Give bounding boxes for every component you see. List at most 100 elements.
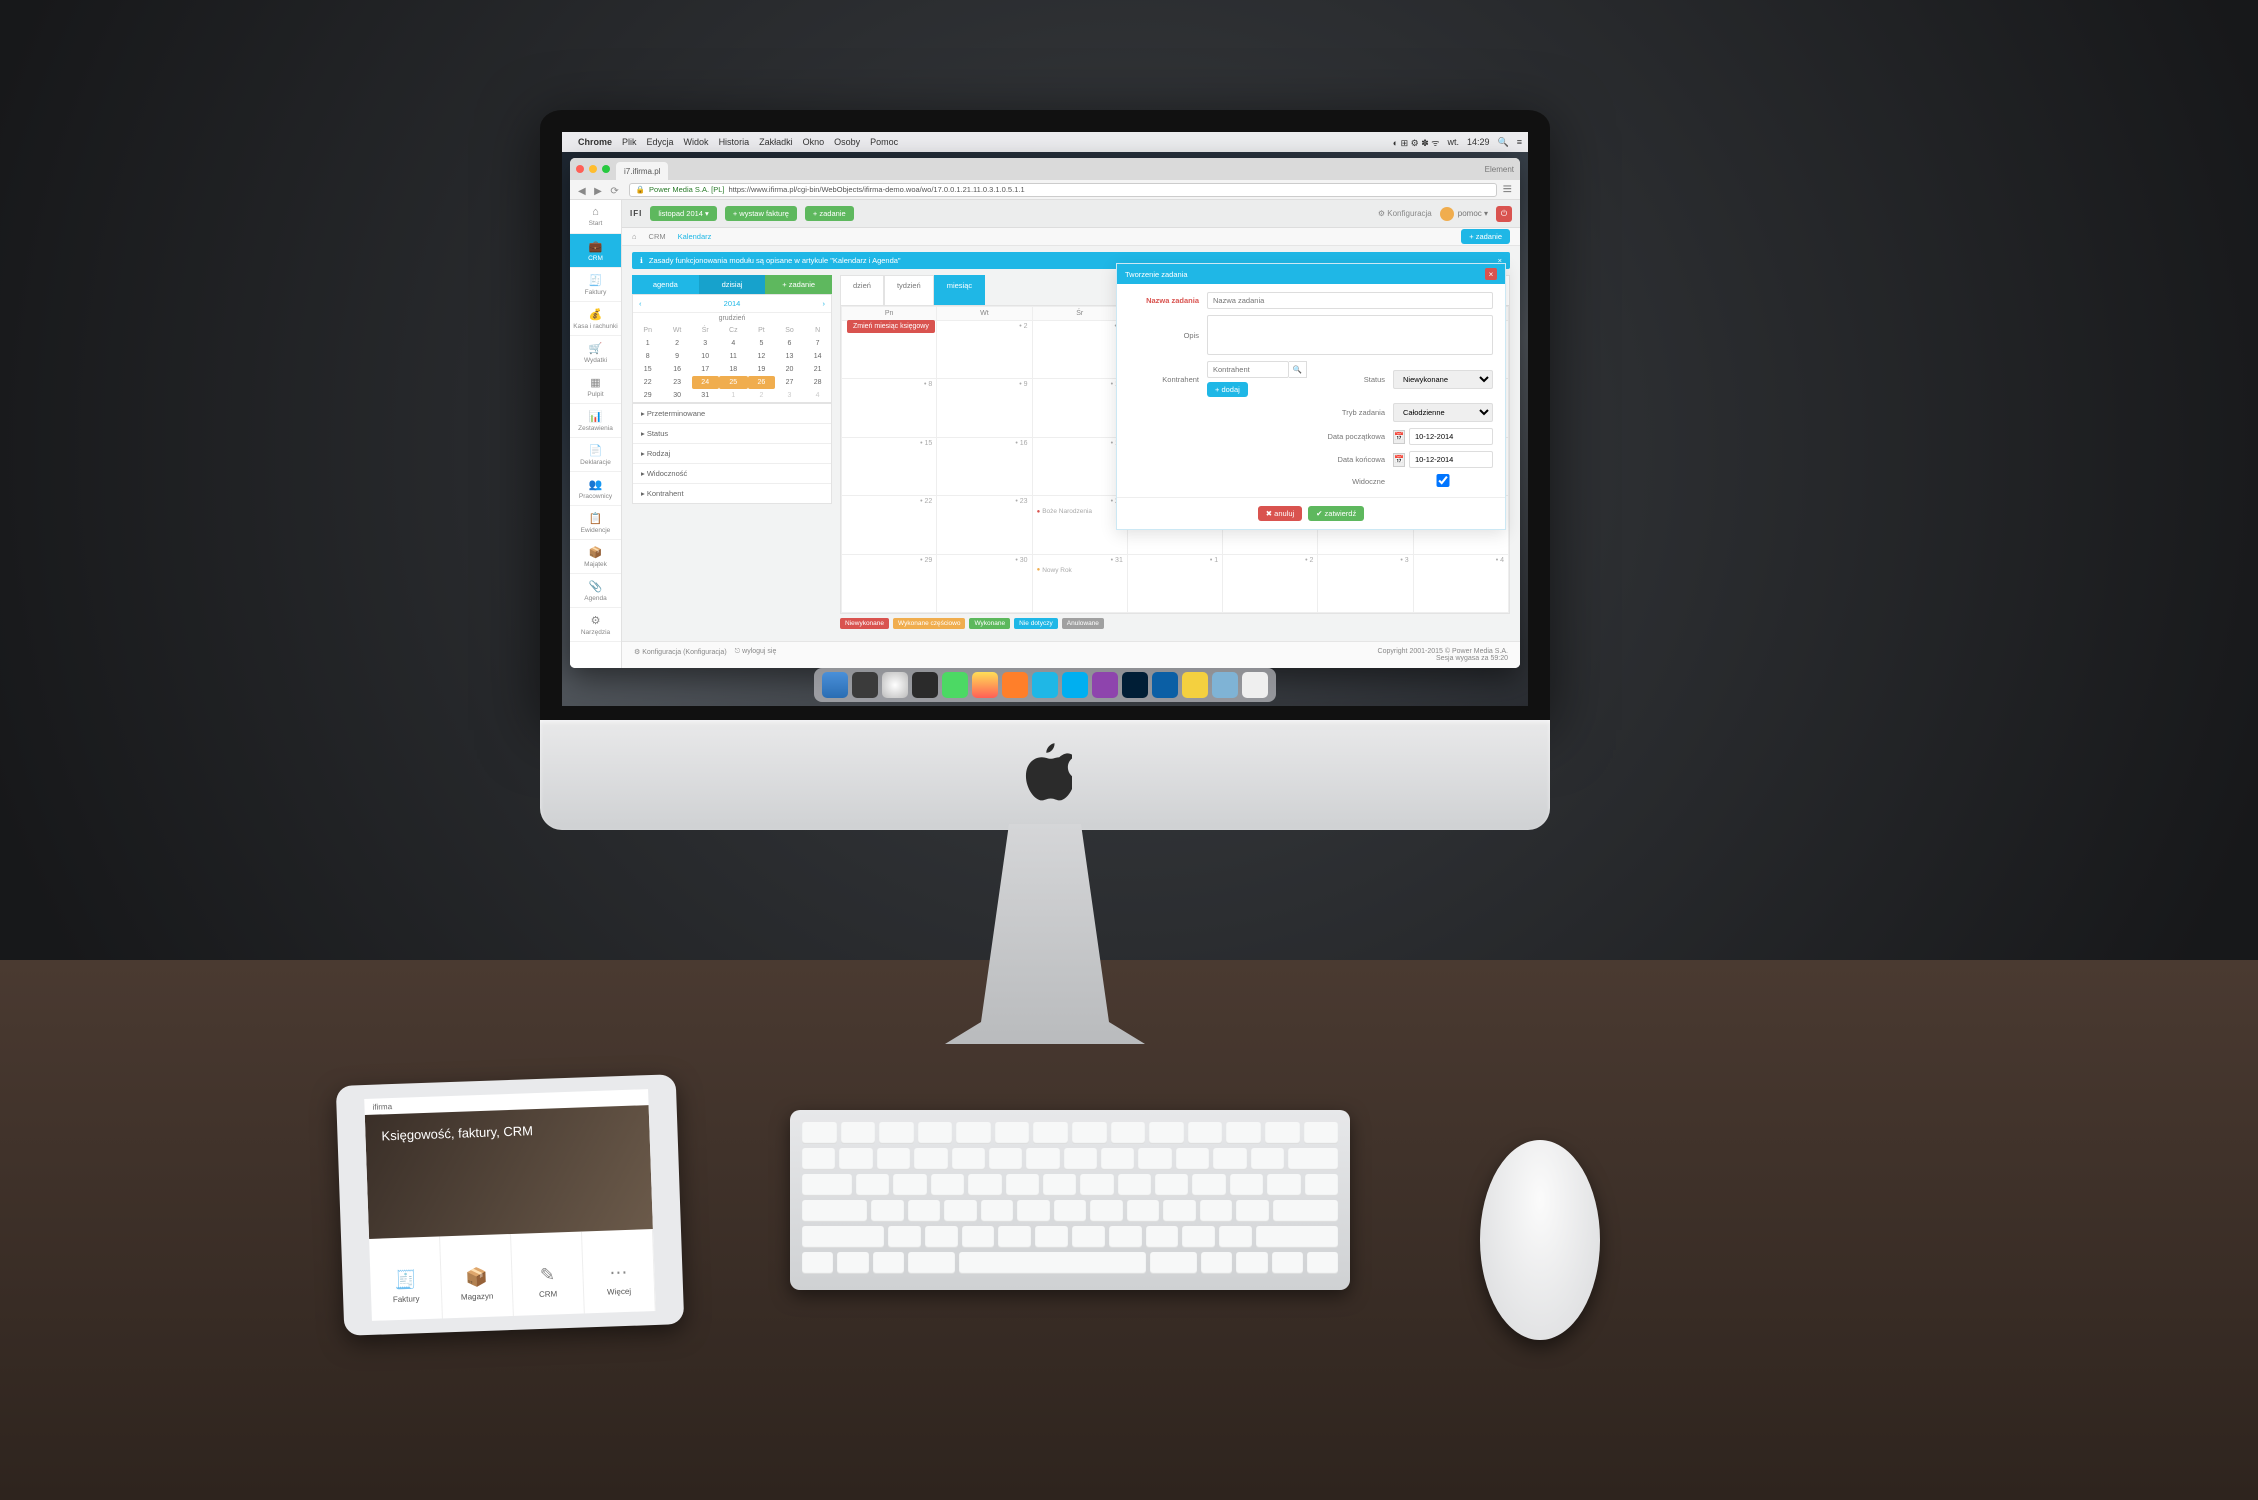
minical-day[interactable]: 28: [804, 376, 831, 389]
calendar-cell[interactable]: • 8: [842, 379, 937, 437]
task-desc-input[interactable]: [1207, 315, 1493, 355]
minical-day[interactable]: 9: [662, 350, 691, 363]
calendar-cell[interactable]: • 10: [1032, 379, 1127, 437]
sidebar-item-deklaracje[interactable]: 📄Deklaracje: [570, 438, 621, 472]
calendar-icon[interactable]: 📅: [1393, 430, 1405, 444]
filter-status[interactable]: ▸ Status: [633, 423, 831, 443]
spotlight-icon[interactable]: 🔍: [1498, 137, 1509, 148]
browser-tab[interactable]: i7.ifirma.pl: [616, 162, 668, 180]
view-tab-month[interactable]: miesiąc: [934, 275, 985, 305]
window-minimize-button[interactable]: [589, 165, 597, 173]
minical-day[interactable]: 3: [775, 389, 804, 402]
minical-day[interactable]: 2: [748, 389, 775, 402]
sidebar-item-pracownicy[interactable]: 👥Pracownicy: [570, 472, 621, 506]
dock-app-icon[interactable]: [1092, 672, 1118, 698]
view-tab-week[interactable]: tydzień: [884, 275, 934, 305]
minical-day[interactable]: 7: [804, 337, 831, 350]
menu-view[interactable]: Widok: [684, 137, 709, 147]
agenda-tab-add[interactable]: + zadanie: [765, 275, 832, 294]
calendar-event[interactable]: Nowy Rok: [1037, 567, 1123, 574]
add-contractor-button[interactable]: + dodaj: [1207, 382, 1248, 397]
minical-day[interactable]: 27: [775, 376, 804, 389]
calendar-cell[interactable]: • 17: [1032, 437, 1127, 495]
minical-day[interactable]: 1: [719, 389, 748, 402]
minical-day[interactable]: 21: [804, 363, 831, 376]
dock-app-icon[interactable]: [1002, 672, 1028, 698]
dock-app-icon[interactable]: [1032, 672, 1058, 698]
minical-day[interactable]: 20: [775, 363, 804, 376]
calendar-cell[interactable]: • 2: [1223, 554, 1318, 612]
calendar-cell[interactable]: • 31Nowy Rok: [1032, 554, 1127, 612]
crumb-home-icon[interactable]: ⌂: [632, 232, 637, 241]
calendar-icon[interactable]: 📅: [1393, 453, 1405, 467]
dock-app-icon[interactable]: [942, 672, 968, 698]
menu-people[interactable]: Osoby: [834, 137, 860, 147]
sidebar-item-majatek[interactable]: 📦Majątek: [570, 540, 621, 574]
minical-day[interactable]: 19: [748, 363, 775, 376]
calendar-cell[interactable]: • 4: [1413, 554, 1508, 612]
minical-day[interactable]: 5: [748, 337, 775, 350]
dock-app-icon[interactable]: [1182, 672, 1208, 698]
calendar-cell[interactable]: • 22: [842, 496, 937, 554]
start-date-input[interactable]: [1409, 428, 1493, 445]
modal-save-button[interactable]: ✔ zatwierdź: [1308, 506, 1364, 521]
window-zoom-button[interactable]: [602, 165, 610, 173]
minical-day[interactable]: 4: [804, 389, 831, 402]
footer-config-link[interactable]: ⚙ Konfiguracja (Konfiguracja): [634, 648, 727, 662]
dock-app-icon[interactable]: [1242, 672, 1268, 698]
menubar-status-icons[interactable]: ◐ ⊞ ⚙ ✽ ᯤ: [1393, 136, 1440, 149]
minical-day[interactable]: 25: [719, 376, 748, 389]
menubar-app-name[interactable]: Chrome: [578, 137, 612, 147]
filter-type[interactable]: ▸ Rodzaj: [633, 443, 831, 463]
nav-reload-icon[interactable]: ⟳: [610, 186, 618, 197]
context-menu-change-month[interactable]: Zmień miesiąc księgowy: [847, 320, 935, 333]
minical-day[interactable]: 18: [719, 363, 748, 376]
menu-window[interactable]: Okno: [803, 137, 825, 147]
menu-bookmarks[interactable]: Zakładki: [759, 137, 793, 147]
modal-cancel-button[interactable]: ✖ anuluj: [1258, 506, 1302, 521]
ipad-nav-item[interactable]: 🧾Faktury: [369, 1237, 443, 1321]
menu-help[interactable]: Pomoc: [870, 137, 898, 147]
minical-day[interactable]: 3: [692, 337, 719, 350]
chrome-menu-icon[interactable]: ≡: [1503, 181, 1512, 199]
agenda-tab-agenda[interactable]: agenda: [632, 275, 699, 294]
calendar-cell[interactable]: • 29: [842, 554, 937, 612]
sidebar-item-pulpit[interactable]: ▦Pulpit: [570, 370, 621, 404]
minical-day[interactable]: 24: [692, 376, 719, 389]
calendar-cell[interactable]: • 3: [1318, 554, 1413, 612]
minical-day[interactable]: 23: [662, 376, 691, 389]
sidebar-item-agenda[interactable]: 📎Agenda: [570, 574, 621, 608]
contractor-search-input[interactable]: [1207, 361, 1289, 378]
calendar-cell[interactable]: • 15: [842, 437, 937, 495]
dock-app-icon[interactable]: [882, 672, 908, 698]
agenda-tab-today[interactable]: dzisiaj: [699, 275, 766, 294]
ipad-nav-item[interactable]: ⋯Więcej: [582, 1229, 656, 1321]
type-select[interactable]: Całodzienne: [1393, 403, 1493, 422]
issue-invoice-button[interactable]: + wystaw fakturę: [725, 206, 797, 221]
calendar-cell[interactable]: • 24Boże Narodzenia: [1032, 496, 1127, 554]
filter-overdue[interactable]: ▸ Przeterminowane: [633, 404, 831, 423]
status-select[interactable]: Niewykonane: [1393, 370, 1493, 389]
view-tab-day[interactable]: dzień: [840, 275, 884, 305]
calendar-cell[interactable]: • 9: [937, 379, 1032, 437]
window-close-button[interactable]: [576, 165, 584, 173]
sidebar-item-zestawienia[interactable]: 📊Zestawienia: [570, 404, 621, 438]
ipad-nav-item[interactable]: ✎CRM: [511, 1232, 585, 1321]
sidebar-item-wydatki[interactable]: 🛒Wydatki: [570, 336, 621, 370]
address-bar[interactable]: 🔒 Power Media S.A. [PL] https://www.ifir…: [629, 183, 1497, 197]
minical-day[interactable]: 6: [775, 337, 804, 350]
calendar-cell[interactable]: • 3: [1032, 321, 1127, 379]
sidebar-item-crm[interactable]: 💼CRM: [570, 234, 621, 268]
search-icon[interactable]: 🔍: [1289, 361, 1307, 378]
minical-day[interactable]: 15: [633, 363, 662, 376]
dock-app-icon[interactable]: [852, 672, 878, 698]
visible-checkbox[interactable]: [1393, 474, 1493, 487]
minical-day[interactable]: 30: [662, 389, 691, 402]
menu-history[interactable]: Historia: [719, 137, 750, 147]
filter-visibility[interactable]: ▸ Widoczność: [633, 463, 831, 483]
config-link[interactable]: ⚙ Konfiguracja: [1378, 209, 1432, 218]
nav-fwd-icon[interactable]: ▶: [594, 186, 602, 197]
user-menu[interactable]: pomoc ▾: [1440, 207, 1488, 221]
crumb-kalendarz[interactable]: Kalendarz: [678, 232, 712, 241]
minical-day[interactable]: 10: [692, 350, 719, 363]
